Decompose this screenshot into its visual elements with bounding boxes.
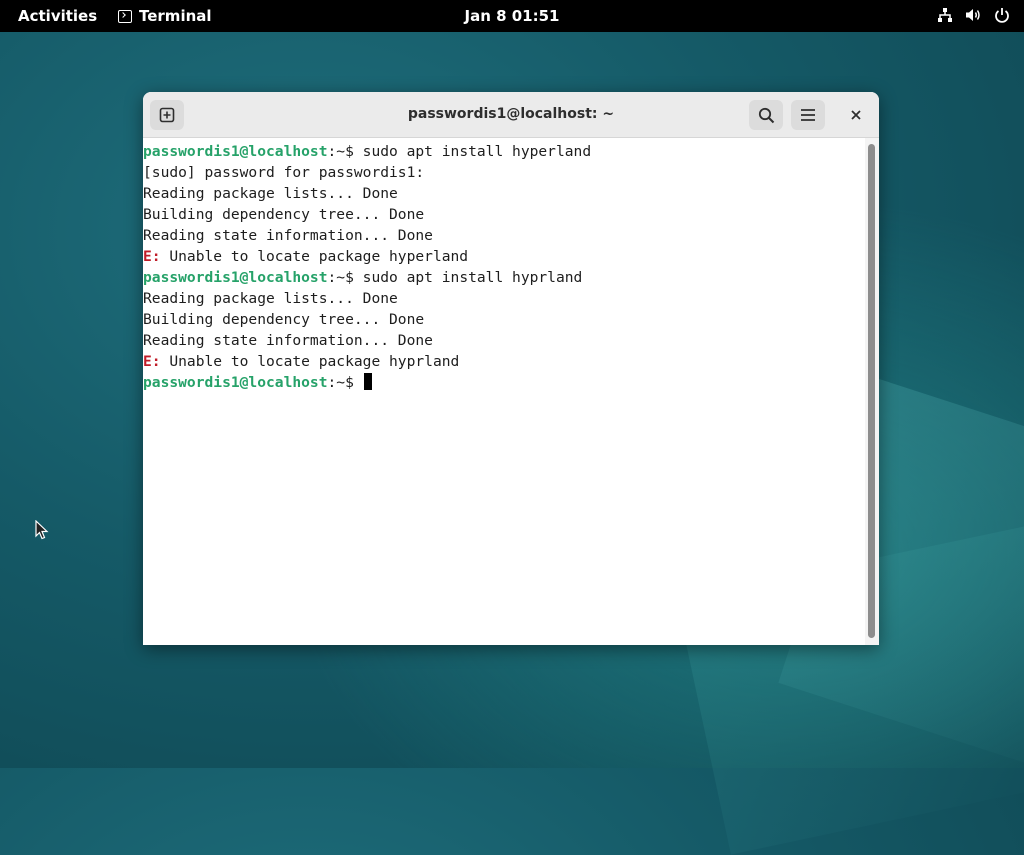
app-menu-button[interactable]: Terminal xyxy=(118,7,212,25)
output-text: Reading state information... Done xyxy=(143,332,433,349)
scrollbar-thumb[interactable] xyxy=(868,144,875,638)
search-icon xyxy=(758,107,774,123)
output-text: Reading state information... Done xyxy=(143,227,433,244)
output-text: [sudo] password for passwordis1: xyxy=(143,164,425,181)
close-icon xyxy=(851,110,861,120)
app-menu-label: Terminal xyxy=(139,7,212,25)
terminal-line: passwordis1@localhost:~$ xyxy=(143,372,865,393)
prompt-suffix: :~$ xyxy=(327,374,363,391)
power-icon[interactable] xyxy=(994,7,1010,23)
output-text: Building dependency tree... Done xyxy=(143,311,425,328)
terminal-line: passwordis1@localhost:~$ sudo apt instal… xyxy=(143,141,865,162)
terminal-output[interactable]: passwordis1@localhost:~$ sudo apt instal… xyxy=(143,138,865,645)
network-icon[interactable] xyxy=(937,7,953,23)
terminal-line: E: Unable to locate package hyperland xyxy=(143,246,865,267)
top-bar: Activities Terminal Jan 8 01:51 xyxy=(0,0,1024,32)
window-header-bar[interactable]: passwordis1@localhost: ~ xyxy=(143,92,879,138)
terminal-line: [sudo] password for passwordis1: xyxy=(143,162,865,183)
prompt-suffix: :~$ xyxy=(327,269,363,286)
close-window-button[interactable] xyxy=(839,100,873,130)
activities-button[interactable]: Activities xyxy=(18,7,97,25)
terminal-line: Building dependency tree... Done xyxy=(143,309,865,330)
system-tray[interactable] xyxy=(937,7,1010,23)
output-text: Reading package lists... Done xyxy=(143,185,398,202)
error-label: E: xyxy=(143,353,161,370)
search-button[interactable] xyxy=(749,100,783,130)
terminal-line: passwordis1@localhost:~$ sudo apt instal… xyxy=(143,267,865,288)
terminal-line: Reading state information... Done xyxy=(143,225,865,246)
terminal-line: Reading package lists... Done xyxy=(143,183,865,204)
error-label: E: xyxy=(143,248,161,265)
error-message: Unable to locate package hyperland xyxy=(160,248,469,265)
terminal-window: passwordis1@localhost: ~ passwordis1@loc… xyxy=(143,92,879,645)
prompt-user: passwordis1@localhost xyxy=(143,269,328,286)
command-text: sudo apt install hyprland xyxy=(362,269,583,286)
terminal-line: Building dependency tree... Done xyxy=(143,204,865,225)
volume-icon[interactable] xyxy=(965,7,982,23)
output-text: Building dependency tree... Done xyxy=(143,206,425,223)
terminal-line: E: Unable to locate package hyprland xyxy=(143,351,865,372)
terminal-line: Reading state information... Done xyxy=(143,330,865,351)
mouse-pointer-icon xyxy=(35,519,49,544)
prompt-user: passwordis1@localhost xyxy=(143,374,328,391)
scrollbar[interactable] xyxy=(865,138,879,645)
main-menu-button[interactable] xyxy=(791,100,825,130)
text-cursor xyxy=(363,373,372,390)
prompt-user: passwordis1@localhost xyxy=(143,143,328,160)
terminal-line: Reading package lists... Done xyxy=(143,288,865,309)
command-text: sudo apt install hyperland xyxy=(362,143,592,160)
new-tab-icon xyxy=(159,107,175,123)
prompt-suffix: :~$ xyxy=(327,143,363,160)
hamburger-menu-icon xyxy=(801,109,815,121)
new-tab-button[interactable] xyxy=(150,100,184,130)
output-text: Reading package lists... Done xyxy=(143,290,398,307)
error-message: Unable to locate package hyprland xyxy=(160,353,460,370)
clock[interactable]: Jan 8 01:51 xyxy=(464,7,559,25)
terminal-app-icon xyxy=(118,9,132,23)
